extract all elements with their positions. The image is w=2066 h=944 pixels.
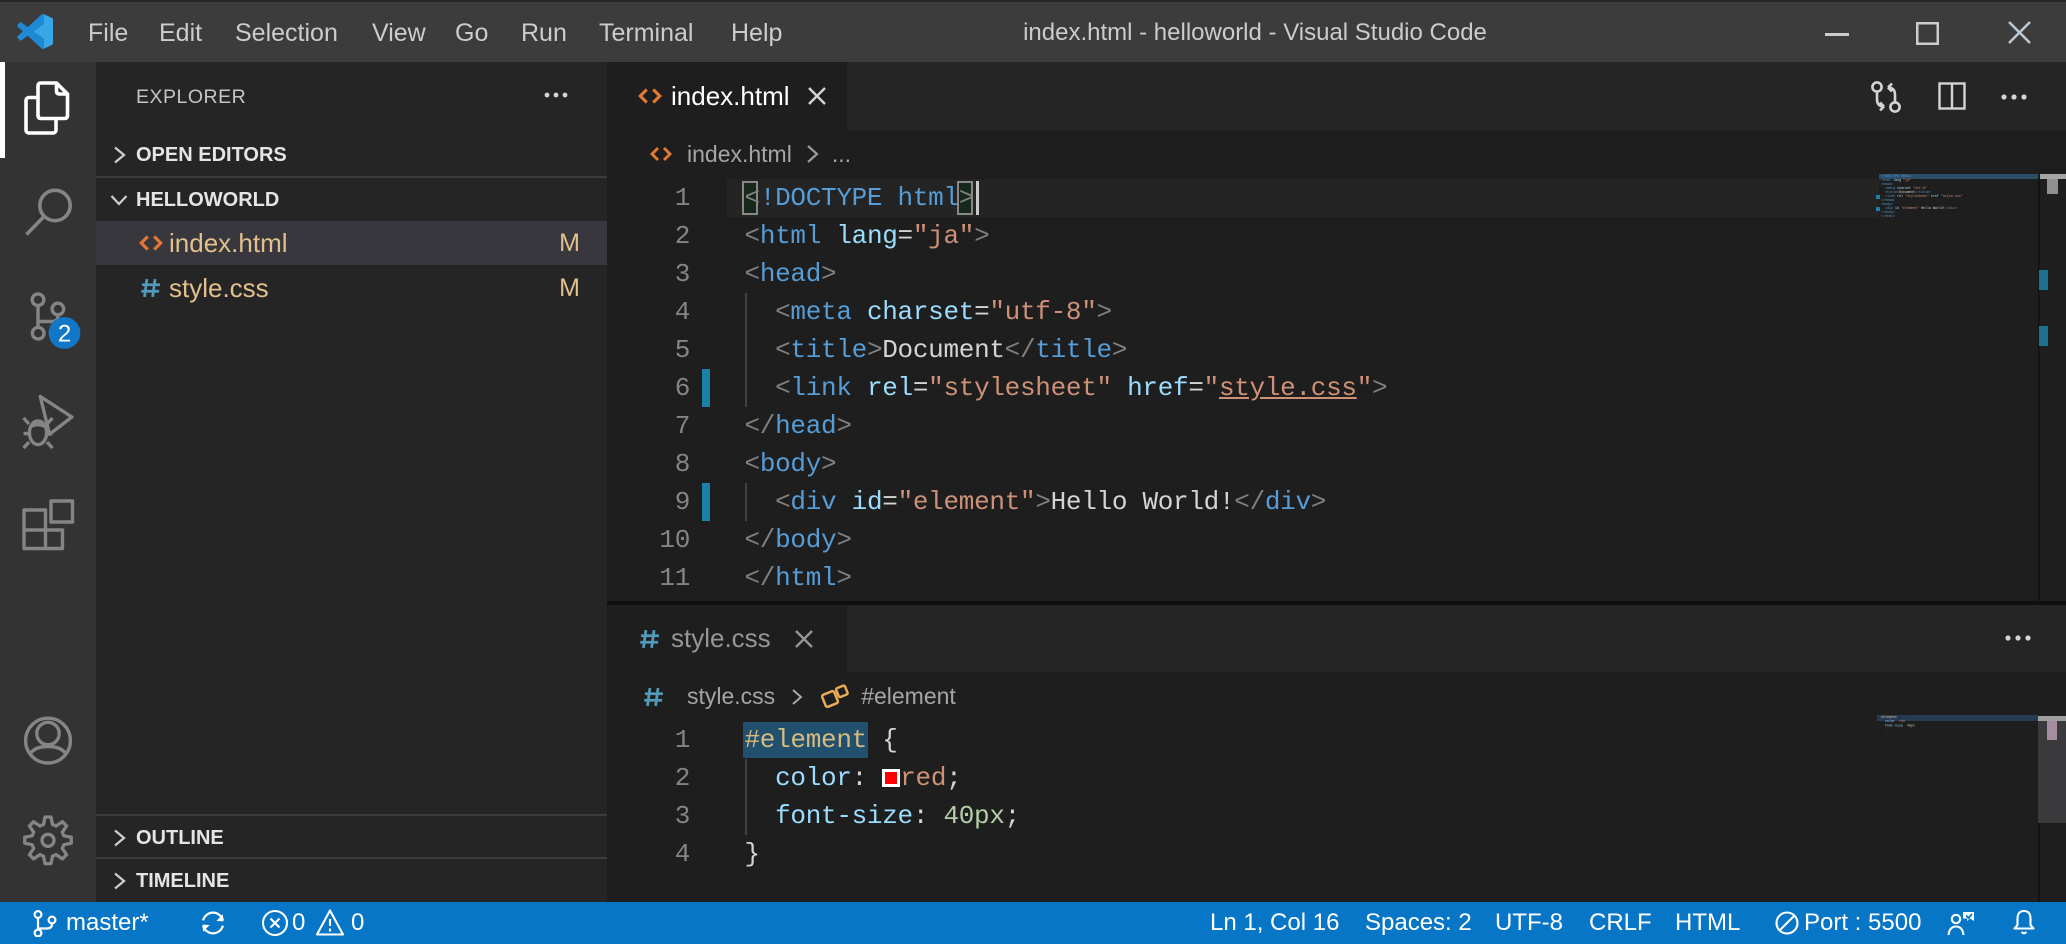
svg-text:2: 2 (58, 321, 71, 348)
